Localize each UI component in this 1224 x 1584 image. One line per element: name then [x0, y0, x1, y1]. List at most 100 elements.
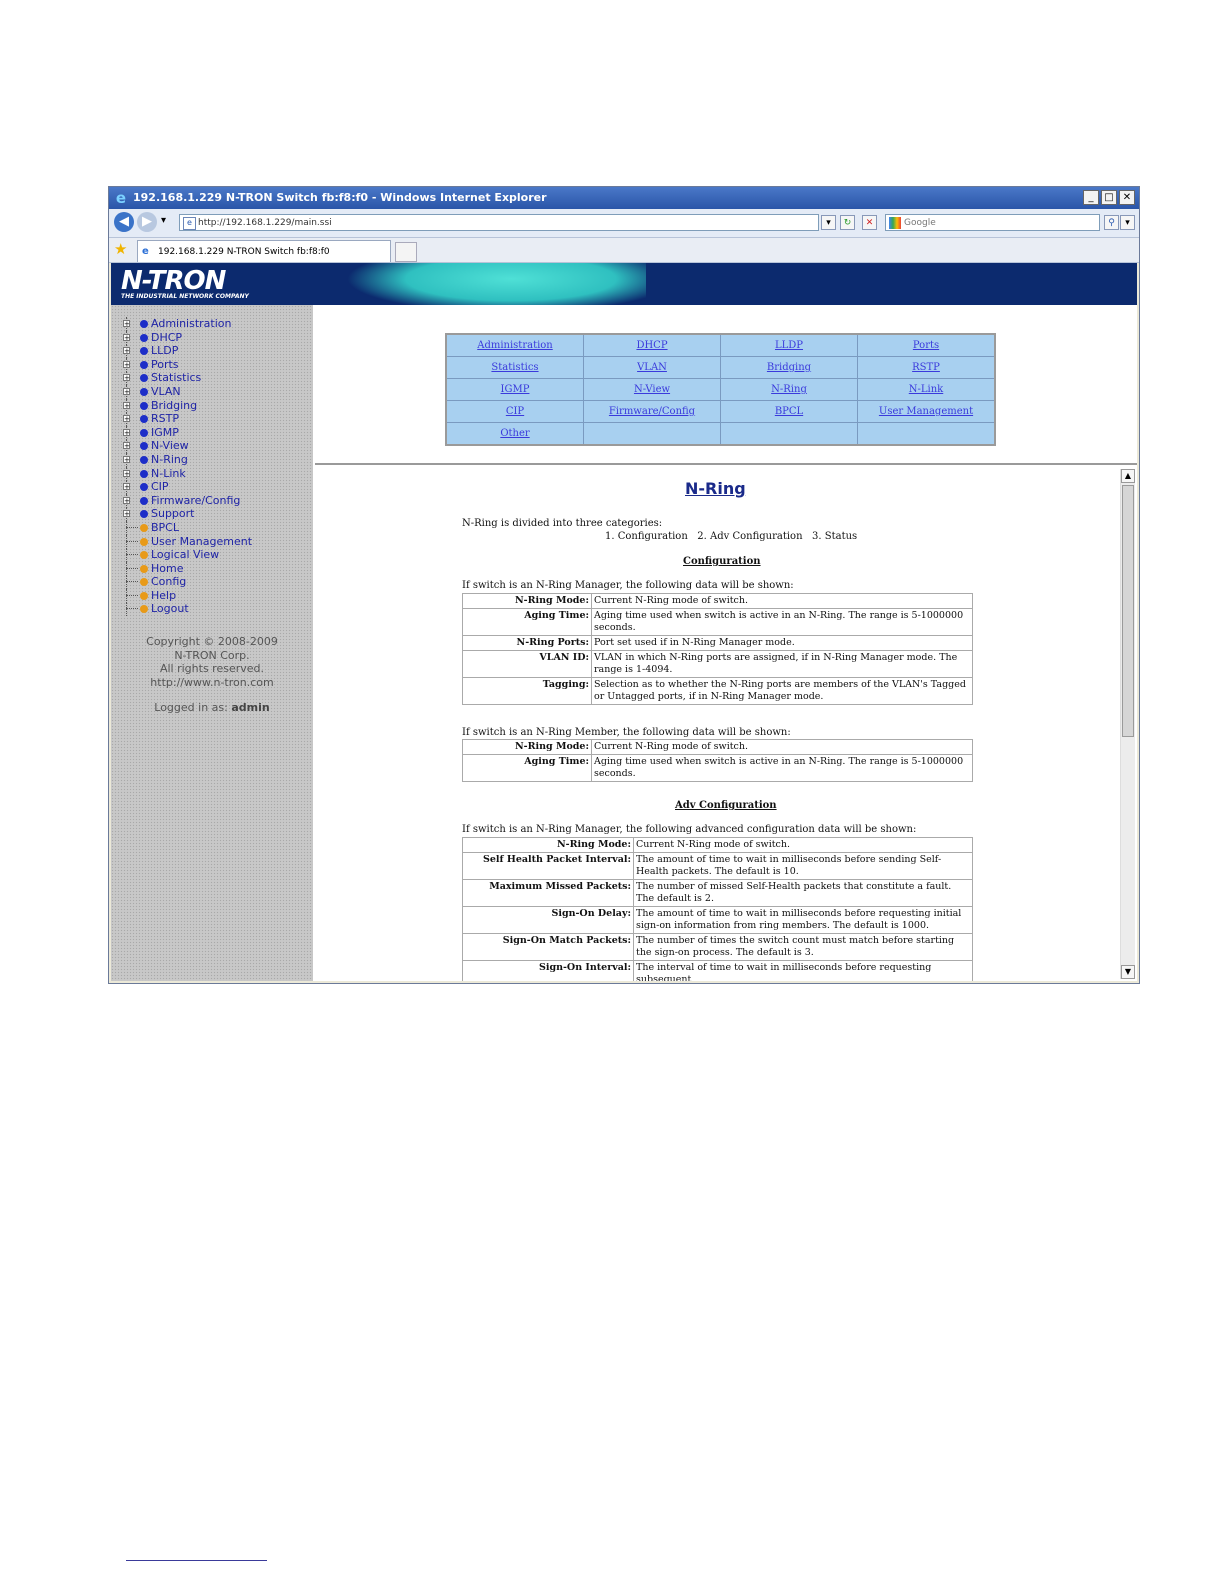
menu-cell[interactable]: BPCL [720, 400, 858, 423]
sidebar-item[interactable]: + N-Ring [123, 452, 313, 467]
maximize-button[interactable]: □ [1101, 190, 1117, 205]
address-dropdown-button[interactable]: ▾ [821, 215, 836, 230]
sidebar-item[interactable]: Config [123, 575, 313, 590]
menu-link[interactable]: N-View [634, 384, 670, 395]
menu-link[interactable]: RSTP [912, 362, 940, 373]
sidebar-item[interactable]: Help [123, 588, 313, 603]
menu-link[interactable]: IGMP [501, 384, 530, 395]
menu-cell[interactable]: RSTP [857, 356, 996, 379]
new-tab-button[interactable] [395, 242, 417, 262]
menu-link[interactable]: Ports [913, 340, 939, 351]
search-options-button[interactable]: ▾ [1120, 215, 1135, 230]
close-button[interactable]: ✕ [1119, 190, 1135, 205]
expand-icon[interactable]: + [123, 510, 130, 518]
sidebar-item[interactable]: + LLDP [123, 344, 313, 359]
menu-cell[interactable]: IGMP [445, 378, 584, 401]
expand-icon[interactable]: + [123, 360, 130, 368]
expand-icon[interactable]: + [123, 347, 130, 355]
menu-cell[interactable]: VLAN [583, 356, 721, 379]
sidebar-item[interactable]: + N-View [123, 439, 313, 454]
menu-cell[interactable]: N-View [583, 378, 721, 401]
menu-cell [583, 422, 721, 446]
scroll-up-icon[interactable]: ▲ [1121, 469, 1135, 483]
scroll-down-icon[interactable]: ▼ [1121, 965, 1135, 979]
sidebar-item[interactable]: + DHCP [123, 330, 313, 345]
scroll-thumb[interactable] [1122, 485, 1134, 737]
sidebar-item[interactable]: + Administration [123, 317, 313, 331]
menu-link[interactable]: DHCP [636, 340, 667, 351]
field-description: VLAN in which N-Ring ports are assigned,… [591, 650, 973, 678]
expand-icon[interactable]: + [123, 469, 130, 477]
sidebar-item[interactable]: + VLAN [123, 384, 313, 399]
expand-icon[interactable]: + [123, 442, 130, 450]
sidebar-item[interactable]: + Bridging [123, 398, 313, 413]
sidebar-item[interactable]: + Statistics [123, 371, 313, 386]
menu-link[interactable]: CIP [506, 406, 524, 417]
menu-cell[interactable]: User Management [857, 400, 996, 423]
sidebar-item[interactable]: + N-Link [123, 466, 313, 481]
refresh-icon[interactable]: ↻ [840, 215, 855, 230]
menu-cell[interactable]: Other [445, 422, 584, 446]
sidebar-item[interactable]: + RSTP [123, 412, 313, 427]
menu-cell[interactable]: Administration [445, 333, 584, 357]
menu-cell[interactable]: N-Ring [720, 378, 858, 401]
sidebar-item[interactable]: Logout [123, 602, 313, 617]
menu-link[interactable]: User Management [879, 406, 973, 417]
menu-link[interactable]: Administration [477, 340, 553, 351]
sidebar-item[interactable]: BPCL [123, 520, 313, 535]
menu-cell[interactable]: Ports [857, 333, 996, 357]
menu-link[interactable]: Statistics [491, 362, 538, 373]
menu-cell[interactable]: Statistics [445, 356, 584, 379]
sidebar-item[interactable]: + IGMP [123, 425, 313, 440]
expand-icon[interactable]: + [123, 320, 130, 328]
sidebar-item[interactable]: + Support [123, 507, 313, 522]
menu-link[interactable]: LLDP [775, 340, 803, 351]
menu-link[interactable]: Bridging [767, 362, 811, 373]
menu-cell[interactable]: LLDP [720, 333, 858, 357]
page-dot-icon [140, 578, 148, 587]
sidebar-item[interactable]: + Firmware/Config [123, 493, 313, 508]
back-button[interactable]: ◀ [114, 212, 134, 232]
sidebar-item[interactable]: + Ports [123, 357, 313, 372]
menu-link[interactable]: Other [500, 428, 529, 439]
history-dropdown[interactable]: ▾ [161, 215, 166, 226]
menu-link[interactable]: Firmware/Config [609, 406, 695, 417]
sidebar-item-label: Logical View [151, 548, 220, 562]
menu-cell[interactable]: DHCP [583, 333, 721, 357]
search-input[interactable]: Google [885, 214, 1100, 231]
expand-icon[interactable]: + [123, 455, 130, 463]
title-bar[interactable]: e 192.168.1.229 N-TRON Switch fb:f8:f0 -… [109, 187, 1139, 209]
sidebar-item[interactable]: Home [123, 561, 313, 576]
favorites-star-icon[interactable]: ★ [114, 241, 127, 257]
sidebar-item[interactable]: + CIP [123, 480, 313, 495]
menu-cell[interactable]: Firmware/Config [583, 400, 721, 423]
forward-button[interactable]: ▶ [137, 212, 157, 232]
expand-icon[interactable]: + [123, 387, 130, 395]
expand-icon[interactable]: + [123, 401, 130, 409]
sidebar-item[interactable]: User Management [123, 534, 313, 549]
menu-cell[interactable]: CIP [445, 400, 584, 423]
tab-current[interactable]: e 192.168.1.229 N-TRON Switch fb:f8:f0 [137, 240, 391, 262]
section-configuration: Configuration [683, 556, 761, 567]
menu-link[interactable]: N-Ring [771, 384, 807, 395]
expand-icon[interactable]: + [123, 333, 130, 341]
menu-link[interactable]: BPCL [775, 406, 803, 417]
menu-cell[interactable]: N-Link [857, 378, 996, 401]
vertical-scrollbar[interactable]: ▲ ▼ [1120, 469, 1135, 979]
folder-dot-icon [140, 360, 148, 369]
page-dot-icon [140, 591, 148, 600]
menu-cell[interactable]: Bridging [720, 356, 858, 379]
expand-icon[interactable]: + [123, 496, 130, 504]
stop-icon[interactable]: ✕ [862, 215, 877, 230]
menu-link[interactable]: VLAN [637, 362, 667, 373]
field-description: The number of times the switch count mus… [633, 933, 973, 961]
minimize-button[interactable]: _ [1083, 190, 1099, 205]
address-bar[interactable]: e http://192.168.1.229/main.ssi [179, 214, 819, 231]
expand-icon[interactable]: + [123, 428, 130, 436]
expand-icon[interactable]: + [123, 374, 130, 382]
expand-icon[interactable]: + [123, 415, 130, 423]
search-icon[interactable]: ⚲ [1104, 215, 1119, 230]
menu-link[interactable]: N-Link [909, 384, 943, 395]
expand-icon[interactable]: + [123, 483, 130, 491]
sidebar-item[interactable]: Logical View [123, 548, 313, 563]
